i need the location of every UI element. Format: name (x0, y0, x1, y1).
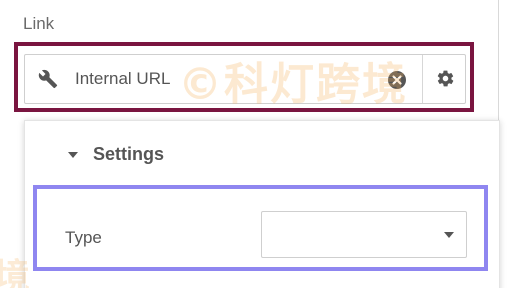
link-highlight-box (14, 42, 474, 112)
link-label: Link (23, 14, 55, 33)
type-highlight-box (33, 185, 488, 271)
link-panel: Link Internal URL Settings Type ©科灯跨境 境 (0, 0, 500, 288)
settings-title[interactable]: Settings (93, 144, 164, 165)
caret-down-icon[interactable] (68, 152, 78, 158)
